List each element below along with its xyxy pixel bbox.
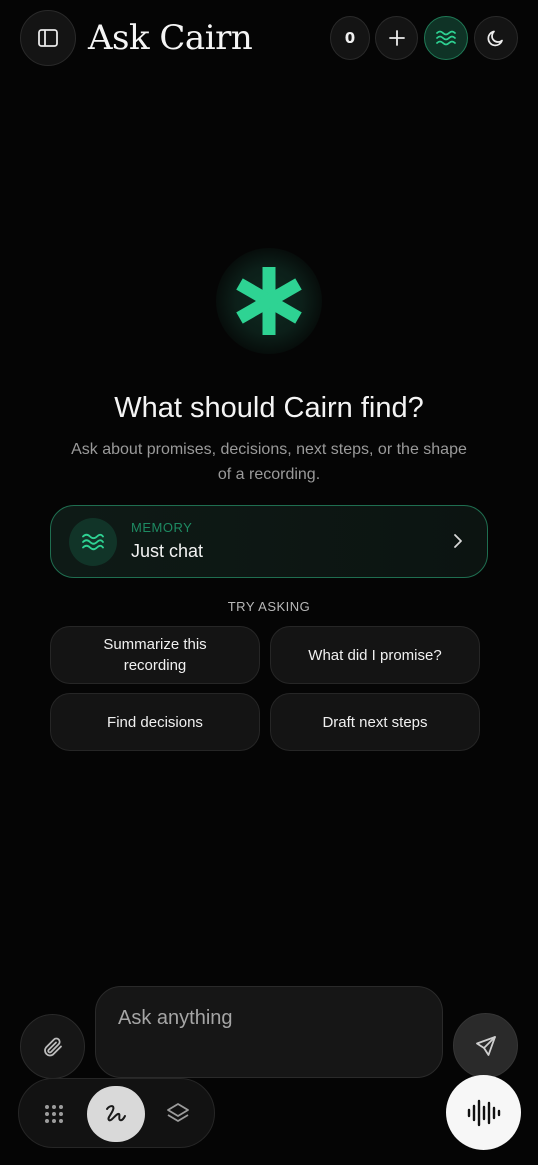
new-chat-button[interactable] — [375, 16, 418, 60]
memory-toggle-button[interactable] — [424, 16, 468, 60]
layers-icon — [167, 1103, 189, 1122]
layers-button[interactable] — [149, 1086, 207, 1142]
hero-headline: What should Cairn find? — [114, 392, 424, 424]
sidebar-panel-icon — [38, 29, 58, 47]
sidebar-toggle-button[interactable] — [20, 10, 76, 66]
page-title: Ask Cairn — [88, 18, 253, 58]
suggestions-label: TRY ASKING — [227, 599, 311, 614]
scribble-icon — [106, 1105, 126, 1122]
send-icon — [475, 1035, 496, 1056]
plus-icon — [388, 30, 405, 46]
count-badge: 0 — [344, 29, 356, 47]
apps-button[interactable] — [25, 1086, 83, 1142]
mode-dock — [18, 1078, 215, 1148]
suggestion-chip[interactable]: Draft next steps — [270, 693, 480, 751]
waves-icon — [436, 30, 456, 46]
message-input[interactable] — [118, 1003, 418, 1033]
suggestion-chip[interactable]: Find decisions — [50, 693, 260, 751]
count-badge-button[interactable]: 0 — [330, 16, 370, 60]
memory-kicker: MEMORY — [131, 520, 193, 535]
grid-icon — [45, 1105, 63, 1123]
chevron-right-icon — [454, 534, 462, 548]
asterisk-icon — [236, 267, 302, 335]
memory-icon-badge — [69, 518, 117, 566]
hero-subline: Ask about promises, decisions, next step… — [71, 441, 467, 483]
voice-button[interactable] — [446, 1075, 521, 1150]
memory-selector[interactable]: MEMORY Just chat — [50, 505, 488, 578]
ask-cairn-screen: Ask Cairn 0 What should Cairn find? Ask … — [0, 0, 538, 1165]
suggestion-chip[interactable]: Summarize this recording — [50, 626, 260, 684]
memory-value: Just chat — [131, 541, 204, 561]
moon-icon — [487, 30, 503, 47]
suggestion-chip[interactable]: What did I promise? — [270, 626, 480, 684]
composer — [95, 986, 443, 1078]
theme-toggle-button[interactable] — [474, 16, 518, 60]
waves-icon — [82, 533, 104, 551]
send-button[interactable] — [453, 1013, 518, 1078]
ink-mode-button[interactable] — [87, 1086, 145, 1142]
paperclip-icon — [43, 1037, 62, 1056]
waveform-icon — [467, 1099, 500, 1126]
attach-button[interactable] — [20, 1014, 85, 1079]
